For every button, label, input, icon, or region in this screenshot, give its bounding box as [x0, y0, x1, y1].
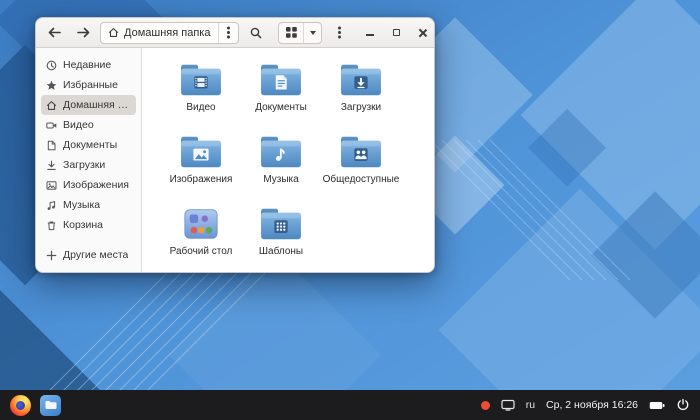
sidebar-item-label: Видео — [63, 119, 94, 131]
back-button[interactable] — [42, 22, 66, 44]
folder-documents-icon — [258, 60, 304, 100]
desktop: Домашняя папка — [0, 0, 700, 420]
sidebar-item-label: Изображения — [63, 179, 129, 191]
vertical-dots-icon — [227, 31, 230, 34]
folder-pictures-icon — [178, 132, 224, 172]
clock[interactable]: Ср, 2 ноября 16:26 — [546, 399, 638, 411]
sidebar-item-trash[interactable]: Корзина — [41, 215, 136, 235]
plus-icon — [46, 250, 57, 261]
headerbar: Домашняя папка — [36, 18, 434, 48]
taskbar: ru Ср, 2 ноября 16:26 — [0, 390, 700, 420]
view-toggle-group — [278, 22, 322, 44]
current-location-label: Домашняя папка — [119, 27, 218, 39]
star-icon — [46, 80, 57, 91]
folder-videos[interactable]: Видео — [161, 60, 241, 132]
sidebar-item-other-locations[interactable]: Другие места — [41, 245, 136, 265]
file-label: Загрузки — [341, 102, 381, 114]
window-body: Недавние Избранные Домашняя папка Видео — [36, 48, 434, 272]
trash-icon — [46, 220, 57, 231]
sidebar-item-label: Загрузки — [63, 159, 105, 171]
location-menu-button[interactable] — [218, 23, 238, 43]
recent-icon — [46, 60, 57, 71]
caret-down-icon — [310, 31, 316, 35]
files-window: Домашняя папка — [35, 17, 435, 273]
sidebar-item-label: Документы — [63, 139, 117, 151]
music-icon — [46, 200, 57, 211]
keyboard-layout-indicator[interactable]: ru — [526, 399, 535, 411]
taskbar-status: ru Ср, 2 ноября 16:26 — [481, 398, 690, 412]
sidebar-item-music[interactable]: Музыка — [41, 195, 136, 215]
folder-templates[interactable]: Шаблоны — [241, 204, 321, 272]
folder-templates-icon — [258, 204, 304, 244]
folder-videos-icon — [178, 60, 224, 100]
download-icon — [46, 160, 57, 171]
power-icon[interactable] — [676, 398, 690, 412]
sidebar-item-label: Избранные — [63, 79, 118, 91]
close-button[interactable] — [412, 23, 432, 43]
file-label: Изображения — [170, 174, 233, 186]
taskbar-apps — [10, 395, 61, 416]
files-grid: Видео Документы Загрузки — [161, 60, 434, 272]
sidebar: Недавние Избранные Домашняя папка Видео — [36, 48, 142, 272]
vertical-dots-icon — [338, 31, 341, 34]
sidebar-item-starred[interactable]: Избранные — [41, 75, 136, 95]
file-view: Видео Документы Загрузки — [142, 48, 434, 272]
folder-public[interactable]: Общедоступные — [321, 132, 401, 204]
folder-glyph-icon — [45, 400, 57, 410]
video-icon — [46, 120, 57, 131]
folder-pictures[interactable]: Изображения — [161, 132, 241, 204]
file-label: Документы — [255, 102, 307, 114]
grid-view-icon — [286, 27, 297, 38]
sidebar-item-documents[interactable]: Документы — [41, 135, 136, 155]
close-icon — [417, 28, 427, 38]
sidebar-item-downloads[interactable]: Загрузки — [41, 155, 136, 175]
grid-view-button[interactable] — [279, 23, 303, 43]
sidebar-item-home[interactable]: Домашняя папка — [41, 95, 136, 115]
firefox-icon[interactable] — [10, 395, 31, 416]
view-options-button[interactable] — [303, 23, 321, 43]
maximize-button[interactable] — [386, 23, 406, 43]
folder-public-icon — [338, 132, 384, 172]
home-icon — [108, 27, 119, 38]
battery-icon[interactable] — [649, 400, 665, 411]
home-icon — [46, 100, 57, 111]
file-label: Шаблоны — [259, 246, 303, 258]
desktop-folder-icon — [178, 204, 224, 244]
window-controls — [360, 23, 432, 43]
sidebar-item-label: Домашняя папка — [63, 99, 131, 111]
search-button[interactable] — [244, 22, 268, 44]
arrow-right-icon — [77, 27, 90, 38]
forward-button[interactable] — [71, 22, 95, 44]
sidebar-item-pictures[interactable]: Изображения — [41, 175, 136, 195]
sidebar-item-label: Корзина — [63, 219, 103, 231]
minimize-button[interactable] — [360, 23, 380, 43]
sidebar-item-label: Другие места — [63, 249, 128, 261]
sidebar-item-recent[interactable]: Недавние — [41, 55, 136, 75]
recording-indicator-icon[interactable] — [481, 401, 490, 410]
screen-share-icon[interactable] — [501, 399, 515, 411]
desktop-folder[interactable]: Рабочий стол — [161, 204, 241, 272]
magnifier-icon — [250, 27, 262, 39]
files-app-icon[interactable] — [40, 395, 61, 416]
file-label: Музыка — [263, 174, 298, 186]
folder-music[interactable]: Музыка — [241, 132, 321, 204]
folder-downloads-icon — [338, 60, 384, 100]
sidebar-item-videos[interactable]: Видео — [41, 115, 136, 135]
file-label: Общедоступные — [323, 174, 400, 186]
sidebar-item-label: Музыка — [63, 199, 100, 211]
folder-documents[interactable]: Документы — [241, 60, 321, 132]
path-bar[interactable]: Домашняя папка — [100, 22, 239, 44]
picture-icon — [46, 180, 57, 191]
maximize-icon — [393, 29, 400, 36]
document-icon — [46, 140, 57, 151]
folder-downloads[interactable]: Загрузки — [321, 60, 401, 132]
folder-music-icon — [258, 132, 304, 172]
file-label: Видео — [186, 102, 215, 114]
sidebar-item-label: Недавние — [63, 59, 111, 71]
arrow-left-icon — [48, 27, 61, 38]
minimize-icon — [366, 34, 374, 36]
file-label: Рабочий стол — [170, 246, 233, 258]
window-menu-button[interactable] — [327, 22, 351, 44]
